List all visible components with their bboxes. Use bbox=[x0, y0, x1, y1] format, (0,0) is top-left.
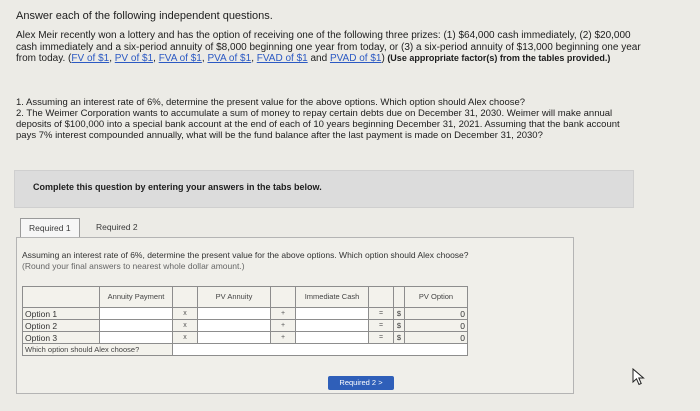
choice-label: Which option should Alex choose? bbox=[22, 343, 173, 356]
question-2: 2. The Weimer Corporation wants to accum… bbox=[16, 108, 620, 141]
immediate-cash-input[interactable] bbox=[295, 307, 369, 320]
pv-option-value: 0 bbox=[404, 331, 468, 344]
homework-page: Answer each of the following independent… bbox=[0, 0, 700, 411]
answer-table: Annuity Payment PV Annuity Immediate Cas… bbox=[22, 286, 468, 356]
annuity-payment-input[interactable] bbox=[99, 331, 173, 344]
tab-required-1[interactable]: Required 1 bbox=[20, 218, 80, 237]
page-heading: Answer each of the following independent… bbox=[16, 10, 273, 22]
plus-sign: + bbox=[270, 331, 296, 344]
equals-sign: = bbox=[368, 307, 394, 320]
next-required-2-button[interactable]: Required 2 > bbox=[328, 376, 394, 390]
equals-sign: = bbox=[368, 331, 394, 344]
immediate-cash-input[interactable] bbox=[295, 331, 369, 344]
link-fva[interactable]: FVA of $1 bbox=[159, 53, 202, 64]
table-row: Option 2 x + = $ 0 bbox=[22, 319, 468, 332]
equals-sign: = bbox=[368, 319, 394, 332]
question-1: 1. Assuming an interest rate of 6%, dete… bbox=[16, 97, 526, 108]
col-annuity-payment: Annuity Payment bbox=[99, 286, 173, 308]
panel-text: Complete this question by entering your … bbox=[33, 182, 322, 192]
plus-sign: + bbox=[270, 319, 296, 332]
header-row: Annuity Payment PV Annuity Immediate Cas… bbox=[22, 286, 468, 308]
annuity-payment-input[interactable] bbox=[99, 319, 173, 332]
pv-annuity-input[interactable] bbox=[197, 331, 271, 344]
col-immediate-cash: Immediate Cash bbox=[295, 286, 369, 308]
multiply-sign: x bbox=[172, 307, 198, 320]
immediate-cash-input[interactable] bbox=[295, 319, 369, 332]
dollar-sign: $ bbox=[393, 331, 405, 344]
row-label: Option 2 bbox=[22, 319, 100, 332]
instructions-panel: Complete this question by entering your … bbox=[14, 170, 634, 208]
pv-annuity-input[interactable] bbox=[197, 319, 271, 332]
table-row: Option 1 x + = $ 0 bbox=[22, 307, 468, 320]
chevron-right-icon: > bbox=[378, 378, 383, 387]
table-row: Option 3 x + = $ 0 bbox=[22, 331, 468, 344]
col-pv-option: PV Option bbox=[404, 286, 468, 308]
problem-intro: Alex Meir recently won a lottery and has… bbox=[16, 30, 641, 64]
dollar-sign: $ bbox=[393, 319, 405, 332]
pv-annuity-input[interactable] bbox=[197, 307, 271, 320]
multiply-sign: x bbox=[172, 331, 198, 344]
link-fvad[interactable]: FVAD of $1 bbox=[257, 53, 308, 64]
link-pva[interactable]: PVA of $1 bbox=[207, 53, 251, 64]
row-label: Option 3 bbox=[22, 331, 100, 344]
link-pvad[interactable]: PVAD of $1 bbox=[330, 53, 382, 64]
tab-required-2[interactable]: Required 2 bbox=[88, 218, 146, 236]
pointer-cursor-icon bbox=[632, 368, 645, 386]
dollar-sign: $ bbox=[393, 307, 405, 320]
link-fv[interactable]: FV of $1 bbox=[71, 53, 109, 64]
tables-note: (Use appropriate factor(s) from the tabl… bbox=[384, 53, 611, 63]
choice-row: Which option should Alex choose? bbox=[22, 343, 468, 356]
link-pv[interactable]: PV of $1 bbox=[115, 53, 153, 64]
pv-option-value: 0 bbox=[404, 319, 468, 332]
plus-sign: + bbox=[270, 307, 296, 320]
pv-option-value: 0 bbox=[404, 307, 468, 320]
col-pv-annuity: PV Annuity bbox=[197, 286, 271, 308]
choice-input[interactable] bbox=[172, 343, 468, 356]
row-label: Option 1 bbox=[22, 307, 100, 320]
multiply-sign: x bbox=[172, 319, 198, 332]
rounding-note: (Round your final answers to nearest who… bbox=[22, 261, 245, 271]
instruction-text: Assuming an interest rate of 6%, determi… bbox=[22, 250, 469, 260]
annuity-payment-input[interactable] bbox=[99, 307, 173, 320]
